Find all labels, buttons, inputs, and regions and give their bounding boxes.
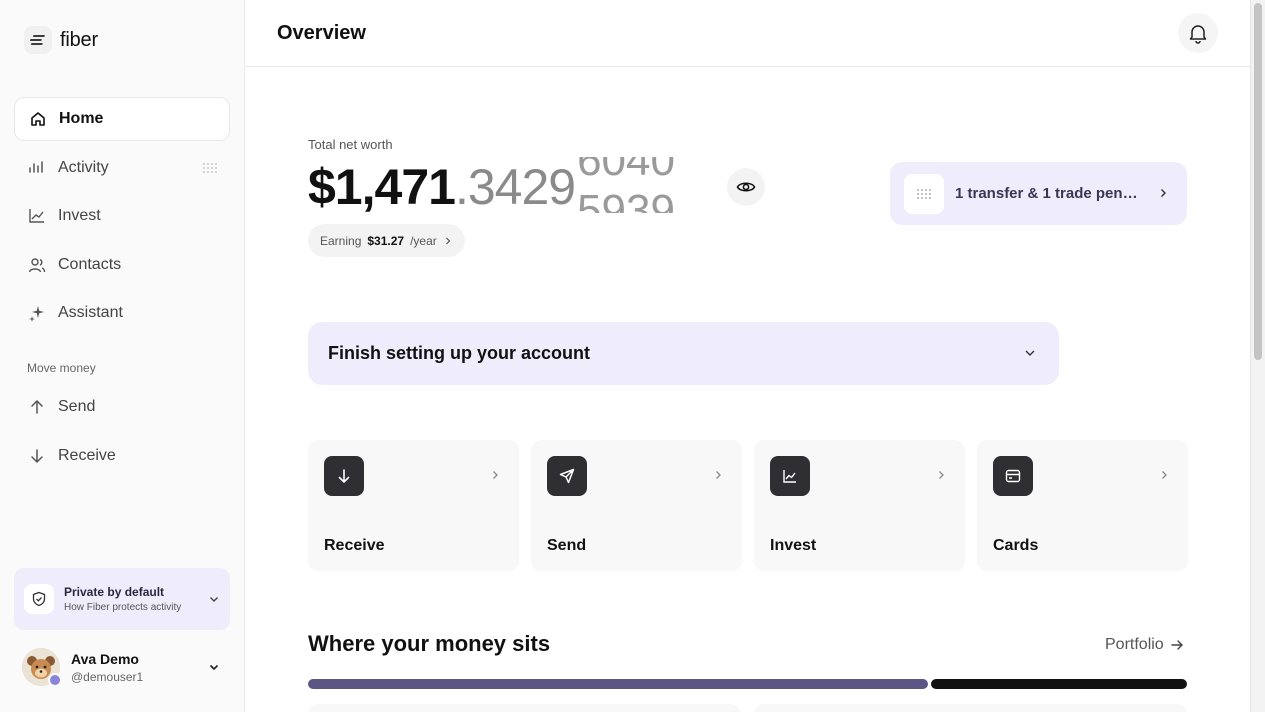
chevron-right-icon xyxy=(1157,186,1169,204)
quick-actions: Receive Send Invest Cards xyxy=(308,440,1188,571)
tile-label: Receive xyxy=(324,537,385,554)
move-money-nav: Send Receive xyxy=(14,385,230,482)
portfolio-link[interactable]: Portfolio xyxy=(1105,636,1184,654)
allocation-card[interactable] xyxy=(754,704,1187,712)
top-header: Overview xyxy=(245,0,1250,67)
sidebar-item-label: Send xyxy=(58,398,96,415)
loading-dots-icon xyxy=(904,173,944,214)
loading-dots-icon xyxy=(202,161,217,173)
chevron-right-icon xyxy=(1158,468,1170,486)
activity-icon xyxy=(28,159,46,177)
allocation-bar-segment-2 xyxy=(931,679,1187,689)
privacy-title: Private by default xyxy=(64,585,165,599)
tile-cards[interactable]: Cards xyxy=(977,440,1188,571)
tile-send[interactable]: Send xyxy=(531,440,742,571)
arrow-right-icon xyxy=(1171,640,1183,650)
net-worth-value: $1,471 .3429 6040 5939 xyxy=(308,157,695,217)
setup-title: Finish setting up your account xyxy=(328,343,591,363)
chevron-down-icon xyxy=(1023,346,1037,365)
page-title: Overview xyxy=(277,22,366,44)
chart-icon xyxy=(770,456,810,496)
sidebar-item-label: Home xyxy=(59,110,104,127)
notifications-button[interactable] xyxy=(1178,13,1218,53)
sidebar-item-label: Assistant xyxy=(58,304,123,321)
tile-receive[interactable]: Receive xyxy=(308,440,519,571)
scrollbar-thumb[interactable] xyxy=(1254,3,1262,360)
net-worth-decimals: .3429 xyxy=(454,159,576,215)
sidebar-item-home[interactable]: Home xyxy=(14,97,230,141)
net-worth-label: Total net worth xyxy=(308,137,393,152)
fiber-logo-icon xyxy=(24,26,52,54)
portfolio-link-label: Portfolio xyxy=(1105,636,1164,653)
contacts-icon xyxy=(28,256,46,274)
net-worth-rolling-digits: 6040 5939 xyxy=(577,157,695,213)
sidebar-item-send[interactable]: Send xyxy=(14,385,230,429)
chevron-right-icon xyxy=(935,468,947,486)
toggle-visibility-button[interactable] xyxy=(727,168,765,206)
privacy-text: Private by default How Fiber protects ac… xyxy=(64,585,181,613)
chevron-right-icon xyxy=(712,468,724,486)
card-icon xyxy=(993,456,1033,496)
earning-value: $31.27 xyxy=(367,233,405,248)
brand-name: fiber xyxy=(60,28,98,51)
allocation-card[interactable] xyxy=(308,704,741,712)
sidebar-item-label: Invest xyxy=(58,207,101,224)
pending-activity-card[interactable]: 1 transfer & 1 trade pendi... xyxy=(890,162,1187,225)
rolling-digits-top: 6040 xyxy=(577,157,675,185)
net-worth-whole: $1,471 xyxy=(308,159,456,215)
allocation-bar-segment-1 xyxy=(308,679,928,689)
earning-pill[interactable]: Earning $31.27 /year xyxy=(308,224,465,257)
chevron-down-icon xyxy=(208,660,220,678)
tile-label: Send xyxy=(547,537,587,554)
user-menu[interactable]: Ava Demo @demouser1 xyxy=(22,646,230,688)
rolling-digits-bottom: 5939 xyxy=(577,186,675,214)
brand[interactable]: fiber xyxy=(24,26,98,54)
sidebar-item-activity[interactable]: Activity xyxy=(14,146,230,190)
sidebar-item-receive[interactable]: Receive xyxy=(14,434,230,478)
home-icon xyxy=(29,110,47,128)
eye-icon xyxy=(736,182,756,192)
app-root: fiber Home Activity Invest Contacts Assi… xyxy=(0,0,1265,712)
user-handle: @demouser1 xyxy=(71,669,144,684)
pending-text: 1 transfer & 1 trade pendi... xyxy=(955,185,1143,202)
tile-invest[interactable]: Invest xyxy=(754,440,965,571)
tile-label: Invest xyxy=(770,537,817,554)
sidebar-item-label: Receive xyxy=(58,446,116,464)
sidebar-item-assistant[interactable]: Assistant xyxy=(14,291,230,335)
privacy-subtitle: How Fiber protects activity xyxy=(64,602,182,613)
arrow-up-icon xyxy=(28,398,46,416)
chevron-right-icon xyxy=(445,237,451,244)
verified-badge-icon xyxy=(48,673,62,687)
arrow-down-icon xyxy=(28,447,46,465)
scrollbar[interactable] xyxy=(1250,0,1265,712)
chevron-down-icon xyxy=(208,592,220,610)
sidebar-item-contacts[interactable]: Contacts xyxy=(14,243,230,287)
sidebar-item-label: Contacts xyxy=(58,255,122,273)
earning-period: /year xyxy=(410,233,437,248)
sidebar-item-label: Activity xyxy=(58,158,109,176)
sidebar-item-invest[interactable]: Invest xyxy=(14,194,230,238)
paper-plane-icon xyxy=(547,456,587,496)
sidebar-nav: Home Activity Invest Contacts Assistant xyxy=(14,97,230,340)
sparkle-icon xyxy=(28,304,46,322)
invest-icon xyxy=(28,207,46,225)
shield-icon xyxy=(24,584,54,614)
account-setup-accordion[interactable]: Finish setting up your account xyxy=(308,322,1059,385)
avatar xyxy=(22,648,62,687)
chevron-right-icon xyxy=(489,468,501,486)
allocation-title: Where your money sits xyxy=(308,631,551,656)
privacy-card[interactable]: Private by default How Fiber protects ac… xyxy=(14,568,230,630)
earning-label: Earning xyxy=(320,233,362,248)
arrow-down-icon xyxy=(324,456,364,496)
tile-label: Cards xyxy=(993,537,1039,554)
user-info: Ava Demo @demouser1 xyxy=(71,651,143,684)
bell-icon xyxy=(1189,25,1207,44)
user-name: Ava Demo xyxy=(71,650,139,667)
sidebar: fiber Home Activity Invest Contacts Assi… xyxy=(0,0,245,712)
section-label-move-money: Move money xyxy=(27,361,96,375)
